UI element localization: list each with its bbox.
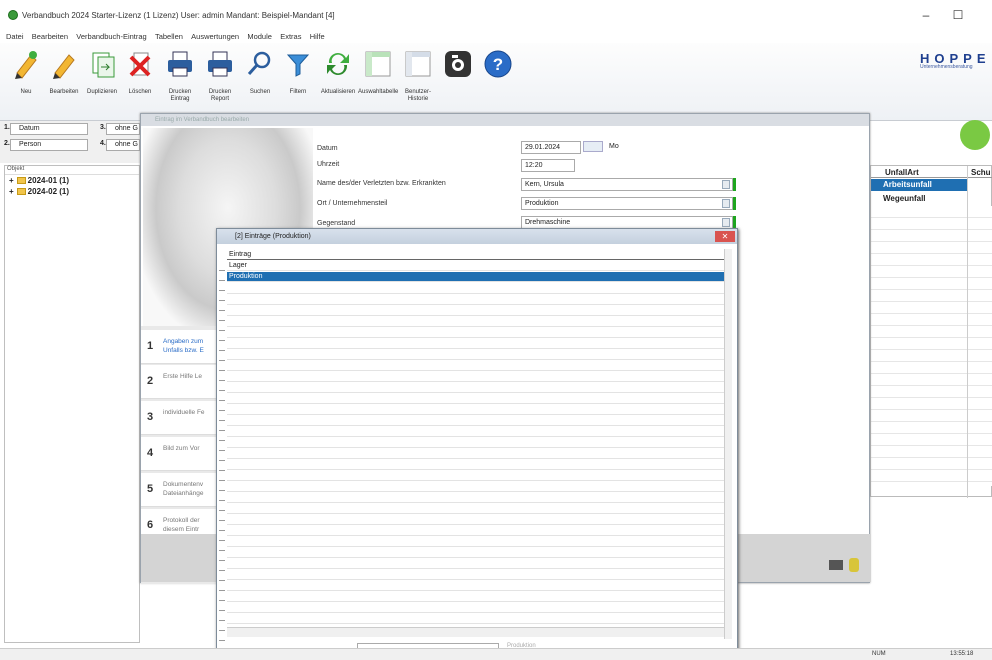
tree-header: Objekt bbox=[5, 166, 139, 175]
new-button[interactable]: Neu bbox=[6, 49, 46, 115]
printer-icon bbox=[205, 49, 235, 79]
time-input[interactable]: 12:20 bbox=[521, 159, 575, 172]
help-icon: ? bbox=[483, 49, 513, 79]
filter-button[interactable]: Filtern bbox=[278, 49, 318, 115]
person-label: Name des/der Verletzten bzw. Erkrankten bbox=[317, 180, 446, 187]
filter-icon bbox=[283, 49, 313, 79]
chevron-down-icon bbox=[722, 218, 730, 227]
menu-module[interactable]: Module bbox=[247, 30, 272, 43]
toolbar: Neu Bearbeiten Duplizieren Löschen Druck… bbox=[0, 43, 992, 121]
clock: 13:55:18 bbox=[950, 651, 974, 657]
title-bar: Verbandbuch 2024 Starter-Lizenz (1 Lizen… bbox=[0, 0, 992, 30]
filter-4-select[interactable]: ohne G bbox=[106, 139, 140, 151]
menu-extras[interactable]: Extras bbox=[280, 30, 301, 43]
required-marker bbox=[733, 197, 736, 210]
folder-icon bbox=[16, 177, 26, 185]
window-title: Verbandbuch 2024 Starter-Lizenz (1 Lizen… bbox=[22, 11, 335, 20]
list-header: Eintrag bbox=[227, 249, 724, 260]
time-label: Uhrzeit bbox=[317, 161, 340, 168]
camera-icon[interactable] bbox=[829, 560, 843, 570]
key-icon[interactable] bbox=[849, 558, 859, 572]
search-button[interactable]: Suchen bbox=[240, 49, 280, 115]
history-icon bbox=[403, 49, 433, 79]
filter-3-select[interactable]: ohne G bbox=[106, 123, 140, 135]
grid-header-unfallart: UnfallArt bbox=[885, 168, 919, 177]
app-window: { "window": { "title": "Verbandbuch 2024… bbox=[0, 0, 992, 660]
user-status-icon bbox=[960, 120, 990, 150]
folder-icon bbox=[16, 188, 26, 196]
table-row[interactable]: Arbeitsunfall bbox=[871, 179, 967, 191]
date-input[interactable]: 29.01.2024 bbox=[521, 141, 581, 154]
menu-verbandbuch-eintrag[interactable]: Verbandbuch-Eintrag bbox=[76, 30, 146, 43]
selection-table-button[interactable]: Auswahltabelle bbox=[358, 49, 398, 115]
user-history-button[interactable]: Benutzer-Historie bbox=[398, 49, 438, 115]
menu-bar: Datei Bearbeiten Verbandbuch-Eintrag Tab… bbox=[0, 30, 992, 43]
weekday-label: Mo bbox=[609, 143, 619, 150]
date-tree: Objekt +2024-01 (1) +2024-02 (1) bbox=[4, 165, 140, 643]
filter-panel: 1. Datum 3. ohne G 2. Person 4. ohne G bbox=[0, 121, 140, 163]
duplicate-button[interactable]: Duplizieren bbox=[82, 49, 122, 115]
close-button[interactable]: ✕ bbox=[715, 231, 735, 242]
svg-text:?: ? bbox=[493, 55, 503, 74]
num-lock-indicator: NUM bbox=[872, 651, 886, 657]
refresh-icon bbox=[323, 49, 353, 79]
delete-button[interactable]: Löschen bbox=[120, 49, 160, 115]
tree-node[interactable]: +2024-01 (1) bbox=[5, 175, 139, 186]
print-entry-button[interactable]: Drucken Eintrag bbox=[160, 49, 200, 115]
table-icon bbox=[363, 49, 393, 79]
minimize-button[interactable]: – bbox=[912, 6, 940, 24]
person-select[interactable]: Kern, Ursula bbox=[521, 178, 733, 191]
popup-caption: [2] Einträge (Produktion) bbox=[217, 229, 737, 244]
horizontal-scrollbar[interactable] bbox=[227, 627, 724, 637]
printer-icon bbox=[165, 49, 195, 79]
tree-node[interactable]: +2024-02 (1) bbox=[5, 186, 139, 197]
menu-datei[interactable]: Datei bbox=[6, 30, 24, 43]
menu-auswertungen[interactable]: Auswertungen bbox=[191, 30, 239, 43]
list-item-selected[interactable]: Produktion bbox=[227, 272, 724, 282]
help-button[interactable]: ? bbox=[478, 49, 518, 115]
step-item[interactable]: 3 individuelle Fe bbox=[141, 401, 221, 435]
object-label: Gegenstand bbox=[317, 220, 356, 227]
step-item[interactable]: 2 Erste Hilfe Le bbox=[141, 365, 221, 399]
step-item[interactable]: 4 Bild zum Vor bbox=[141, 437, 221, 471]
accident-type-grid: UnfallArt Schu Arbeitsunfall Wegeunfall bbox=[870, 165, 992, 498]
new-pencil-icon bbox=[11, 49, 41, 79]
grid-header-schu: Schu bbox=[971, 168, 991, 177]
table-row[interactable]: Wegeunfall bbox=[871, 193, 967, 205]
duplicate-icon bbox=[87, 49, 117, 79]
camera-icon bbox=[443, 49, 473, 79]
required-marker bbox=[733, 178, 736, 191]
menu-hilfe[interactable]: Hilfe bbox=[310, 30, 325, 43]
chevron-down-icon bbox=[722, 180, 730, 189]
edit-button[interactable]: Bearbeiten bbox=[44, 49, 84, 115]
step-item[interactable]: 5 Dokumentenv Dateianhänge bbox=[141, 473, 221, 507]
print-report-button[interactable]: Drucken Report bbox=[200, 49, 240, 115]
menu-tabellen[interactable]: Tabellen bbox=[155, 30, 183, 43]
app-icon bbox=[8, 10, 18, 20]
step-item[interactable]: 1 Angaben zum Unfalls bzw. E bbox=[141, 330, 221, 364]
filter-1-select[interactable]: Datum bbox=[10, 123, 88, 135]
menu-bearbeiten[interactable]: Bearbeiten bbox=[32, 30, 68, 43]
status-bar: NUM 13:55:18 bbox=[0, 648, 992, 660]
edit-pencil-icon bbox=[49, 49, 79, 79]
maximize-button[interactable]: ☐ bbox=[944, 6, 972, 24]
entries-popup: [2] Einträge (Produktion) ✕ Eintrag Lage… bbox=[216, 228, 738, 652]
camera-button[interactable] bbox=[438, 49, 478, 115]
chevron-down-icon bbox=[722, 199, 730, 208]
search-icon bbox=[245, 49, 275, 79]
dialog-caption: Eintrag im Verbandbuch bearbeiten bbox=[141, 114, 869, 126]
location-label: Ort / Unternehmensteil bbox=[317, 200, 388, 207]
filter-2-select[interactable]: Person bbox=[10, 139, 88, 151]
row-indicator-column bbox=[219, 261, 225, 641]
location-select[interactable]: Produktion bbox=[521, 197, 733, 210]
refresh-button[interactable]: Aktualisieren bbox=[318, 49, 358, 115]
list-item[interactable]: Lager bbox=[227, 261, 724, 271]
company-logo: HOPPE Unternehmensberatung bbox=[920, 51, 991, 70]
delete-icon bbox=[125, 49, 155, 79]
vertical-scrollbar[interactable] bbox=[724, 249, 732, 639]
date-picker-button[interactable] bbox=[583, 141, 603, 152]
date-label: Datum bbox=[317, 145, 338, 152]
